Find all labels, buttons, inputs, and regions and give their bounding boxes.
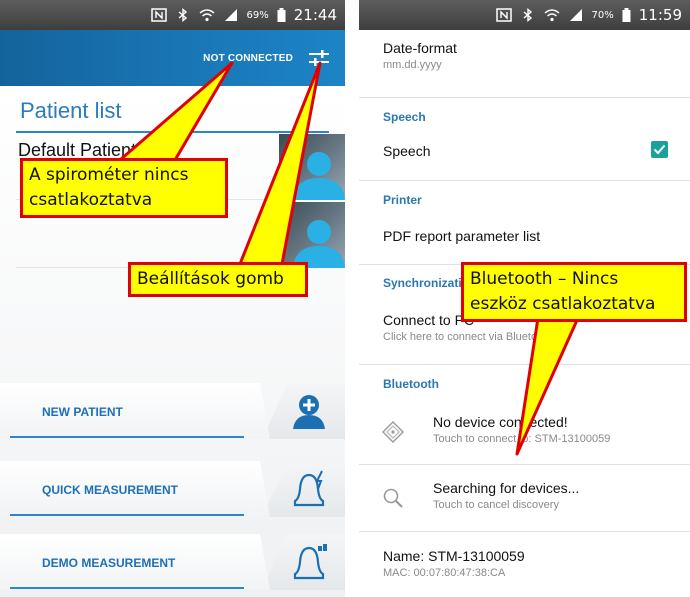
search-icon xyxy=(383,488,403,508)
device-info: Name: STM-13100059 MAC: 00:07:80:47:38:C… xyxy=(383,548,525,579)
battery-percent: 69% xyxy=(246,9,269,21)
bluetooth-section-header: Bluetooth xyxy=(383,377,439,391)
divider xyxy=(359,180,690,181)
device-status-subtitle: Touch to connect to: STM-13100059 xyxy=(433,433,611,445)
bluetooth-icon xyxy=(523,8,532,22)
wifi-icon xyxy=(544,9,559,22)
device-search-title: Searching for devices... xyxy=(433,480,580,496)
nfc-icon xyxy=(150,8,167,22)
wifi-icon xyxy=(199,9,214,22)
bell-demo-icon xyxy=(293,544,327,580)
connection-status: NOT CONNECTED xyxy=(203,52,293,64)
callout-not-connected: A spirométer nincs csatlakoztatva xyxy=(20,158,228,218)
new-patient-label: NEW PATIENT xyxy=(42,405,123,419)
pdf-report-setting[interactable]: PDF report parameter list xyxy=(383,228,540,244)
add-person-icon xyxy=(293,395,325,429)
patient-avatar xyxy=(279,134,345,200)
speech-section-header: Speech xyxy=(383,110,426,124)
date-format-setting[interactable]: Date-format mm.dd.yyyy xyxy=(383,40,457,71)
signal-icon xyxy=(224,9,237,21)
patient-list-title: Patient list xyxy=(20,98,122,123)
battery-icon xyxy=(622,8,631,22)
sliders-icon xyxy=(309,50,329,66)
divider xyxy=(359,531,690,532)
callout-bluetooth-line1: Bluetooth – Nincs xyxy=(470,269,619,289)
patient-avatar xyxy=(279,202,345,268)
nfc-icon xyxy=(495,8,512,22)
button-underline xyxy=(10,587,244,589)
divider xyxy=(359,97,690,98)
battery-icon xyxy=(277,8,286,22)
bluetooth-device-icon xyxy=(382,421,404,443)
battery-percent: 70% xyxy=(591,9,614,21)
main-screen: 69% 21:44 NOT CONNECTED Patient list Def… xyxy=(0,0,345,597)
button-underline xyxy=(10,436,244,438)
button-plate xyxy=(0,383,270,439)
bluetooth-device-item[interactable]: No device connected! Touch to connect to… xyxy=(359,410,690,460)
callout-bluetooth: Bluetooth – Nincs eszköz csatlakoztatva xyxy=(461,262,687,322)
device-mac: MAC: 00:07:80:47:38:CA xyxy=(383,567,506,579)
demo-measurement-button[interactable]: DEMO MEASUREMENT xyxy=(0,534,345,590)
callout-not-connected-line1: A spirométer nincs xyxy=(29,165,189,185)
clock: 11:59 xyxy=(638,6,682,24)
divider xyxy=(359,364,690,365)
date-format-title: Date-format xyxy=(383,40,457,56)
device-status-title: No device connected! xyxy=(433,414,568,430)
callout-not-connected-line2: csatlakoztatva xyxy=(29,190,153,210)
checkmark-icon xyxy=(653,144,666,155)
printer-section-header: Printer xyxy=(383,193,422,207)
button-underline xyxy=(10,514,244,516)
bluetooth-icon xyxy=(178,8,187,22)
app-bar: NOT CONNECTED xyxy=(0,30,345,86)
callout-bluetooth-line2: eszköz csatlakoztatva xyxy=(470,294,656,314)
quick-measurement-button[interactable]: QUICK MEASUREMENT xyxy=(0,461,345,517)
settings-button[interactable] xyxy=(307,46,331,70)
date-format-value: mm.dd.yyyy xyxy=(383,59,442,71)
new-patient-button[interactable]: NEW PATIENT xyxy=(0,383,345,439)
status-bar: 70% 11:59 xyxy=(359,0,690,30)
person-silhouette-icon xyxy=(293,152,345,200)
title-divider xyxy=(16,131,329,133)
speech-checkbox[interactable] xyxy=(651,141,668,158)
demo-measurement-label: DEMO MEASUREMENT xyxy=(42,556,176,570)
connect-to-pc-subtitle: Click here to connect via Bluetooth xyxy=(383,331,553,343)
speech-label: Speech xyxy=(383,143,431,159)
device-search-item[interactable]: Searching for devices... Touch to cancel… xyxy=(359,476,690,526)
device-name: Name: STM-13100059 xyxy=(383,548,525,564)
status-bar: 69% 21:44 xyxy=(0,0,345,30)
divider xyxy=(359,464,690,465)
bell-lightning-icon xyxy=(293,470,325,507)
pdf-report-label: PDF report parameter list xyxy=(383,228,541,244)
signal-icon xyxy=(569,9,582,21)
clock: 21:44 xyxy=(293,6,337,24)
speech-setting[interactable]: Speech xyxy=(383,143,430,159)
callout-settings-button: Beállítások gomb xyxy=(128,262,308,297)
device-search-subtitle: Touch to cancel discovery xyxy=(433,499,559,511)
quick-measurement-label: QUICK MEASUREMENT xyxy=(42,483,179,497)
person-silhouette-icon xyxy=(293,220,345,268)
